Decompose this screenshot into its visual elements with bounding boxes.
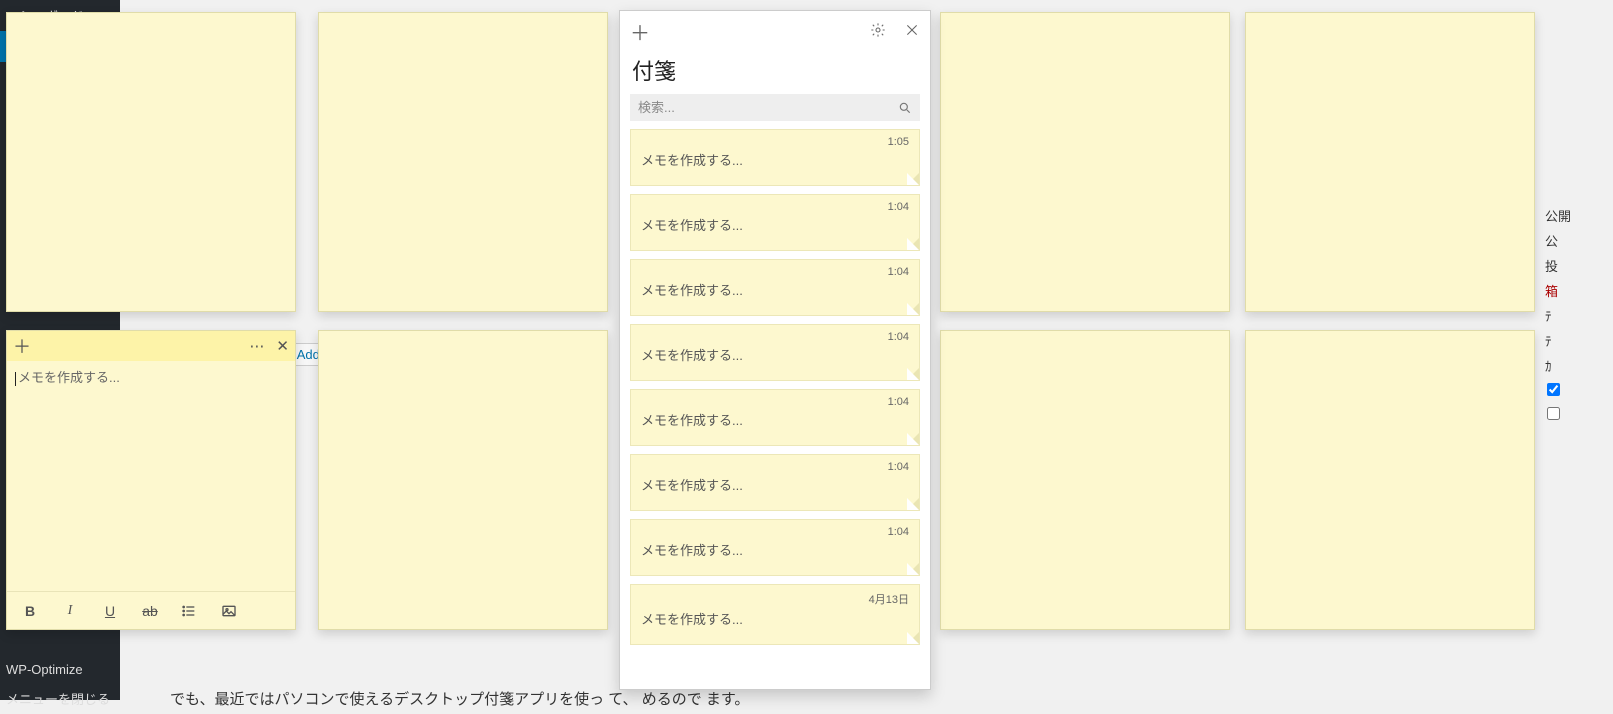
- note-menu-icon[interactable]: ⋯: [249, 337, 264, 355]
- wp-side-publish[interactable]: 公開: [1545, 206, 1611, 225]
- hub-note-card[interactable]: 1:04 メモを作成する...: [630, 259, 920, 316]
- sticky-note-6[interactable]: [940, 330, 1230, 630]
- wp-side-b: 投: [1545, 256, 1611, 275]
- hub-card-text: メモを作成する...: [641, 280, 909, 299]
- gear-icon: [870, 22, 886, 38]
- hub-search[interactable]: [630, 94, 920, 121]
- hub-note-card[interactable]: 1:05 メモを作成する...: [630, 129, 920, 186]
- wp-menu-collapse[interactable]: メニューを閉じる: [0, 683, 120, 714]
- note-new-icon[interactable]: ＋: [13, 333, 31, 359]
- hub-card-time: 1:04: [641, 266, 909, 278]
- hub-titlebar: ＋: [620, 11, 930, 52]
- hub-close-button[interactable]: [904, 22, 920, 41]
- hub-note-card[interactable]: 4月13日メモを作成する...: [630, 584, 920, 645]
- hub-card-time: 1:04: [641, 461, 909, 473]
- hub-settings-button[interactable]: [870, 22, 886, 41]
- hub-note-list[interactable]: 1:05 メモを作成する... 1:04 メモを作成する... 1:04 メモを作成する.…: [620, 129, 930, 689]
- hub-note-card[interactable]: 1:04 メモを作成する...: [630, 454, 920, 511]
- hub-card-time: 4月13日: [641, 591, 909, 607]
- note-close-icon[interactable]: ✕: [276, 337, 289, 355]
- wp-editor-text[interactable]: でも、最近ではパソコンで使えるデスクトップ付箋アプリを使っ て、 めるので ます…: [170, 688, 1563, 709]
- hub-new-note-icon[interactable]: ＋: [630, 17, 650, 46]
- sticky-note-2[interactable]: [318, 12, 608, 312]
- hub-search-input[interactable]: [638, 100, 898, 115]
- hub-card-text: メモを作成する...: [641, 410, 909, 429]
- sticky-note-5[interactable]: [318, 330, 608, 630]
- hub-note-card[interactable]: 1:04 メモを作成する...: [630, 324, 920, 381]
- wp-side-e: ﾃ: [1545, 331, 1611, 350]
- hub-card-text: メモを作成する...: [641, 475, 909, 494]
- wp-menu-wpoptimize[interactable]: WP-Optimize: [0, 656, 120, 683]
- card-fold-icon: [907, 303, 919, 315]
- wp-side-check2[interactable]: [1547, 407, 1560, 420]
- format-italic-button[interactable]: I: [61, 603, 79, 619]
- sticky-hub-window[interactable]: ＋ 付箋 1:05 メモを作成する... 1:04 メモを作成する... 1:04 メモを…: [619, 10, 931, 690]
- format-strike-button[interactable]: ab: [141, 603, 159, 619]
- card-fold-icon: [907, 173, 919, 185]
- hub-card-text: メモを作成する...: [641, 540, 909, 559]
- wp-side-a: 公: [1545, 231, 1611, 250]
- card-fold-icon: [907, 238, 919, 250]
- sticky-note-1[interactable]: [6, 12, 296, 312]
- card-fold-icon: [907, 433, 919, 445]
- image-icon: [221, 603, 237, 619]
- note-editor-body[interactable]: メモを作成する...: [7, 361, 295, 591]
- card-fold-icon: [907, 563, 919, 575]
- hub-note-card[interactable]: 1:04 メモを作成する...: [630, 389, 920, 446]
- note-editor-header: ＋ ⋯ ✕: [7, 331, 295, 361]
- hub-card-text: メモを作成する...: [641, 215, 909, 234]
- hub-card-text: メモを作成する...: [641, 609, 909, 628]
- note-editor-placeholder: メモを作成する...: [18, 370, 120, 385]
- wp-side-check1[interactable]: [1547, 383, 1560, 396]
- wp-meta-side: 公開 公 投 箱 ﾃ ﾃ ｶ: [1543, 200, 1613, 429]
- wp-side-f: ｶ: [1545, 356, 1611, 375]
- hub-card-text: メモを作成する...: [641, 345, 909, 364]
- sticky-note-7[interactable]: [1245, 330, 1535, 630]
- hub-title: 付箋: [620, 52, 930, 94]
- wp-side-c[interactable]: 箱: [1545, 281, 1611, 300]
- list-icon: [181, 603, 197, 619]
- wp-side-d: ﾃ: [1545, 306, 1611, 325]
- card-fold-icon: [907, 498, 919, 510]
- hub-note-card[interactable]: 1:04 メモを作成する...: [630, 194, 920, 251]
- hub-card-time: 1:04: [641, 526, 909, 538]
- note-format-toolbar: B I U ab: [7, 591, 295, 629]
- hub-card-time: 1:05: [641, 136, 909, 148]
- hub-card-text: メモを作成する...: [641, 150, 909, 169]
- hub-card-time: 1:04: [641, 396, 909, 408]
- close-icon: [904, 22, 920, 38]
- card-fold-icon: [907, 632, 919, 644]
- format-image-button[interactable]: [221, 603, 239, 619]
- card-fold-icon: [907, 368, 919, 380]
- text-cursor-icon: [15, 372, 16, 386]
- format-underline-button[interactable]: U: [101, 603, 119, 619]
- sticky-note-4[interactable]: [1245, 12, 1535, 312]
- format-bold-button[interactable]: B: [21, 603, 39, 619]
- hub-card-time: 1:04: [641, 201, 909, 213]
- hub-card-time: 1:04: [641, 331, 909, 343]
- sticky-note-editor[interactable]: ＋ ⋯ ✕ メモを作成する... B I U ab: [6, 330, 296, 630]
- sticky-note-3[interactable]: [940, 12, 1230, 312]
- search-icon: [898, 101, 912, 115]
- hub-note-card[interactable]: 1:04 メモを作成する...: [630, 519, 920, 576]
- format-list-button[interactable]: [181, 603, 199, 619]
